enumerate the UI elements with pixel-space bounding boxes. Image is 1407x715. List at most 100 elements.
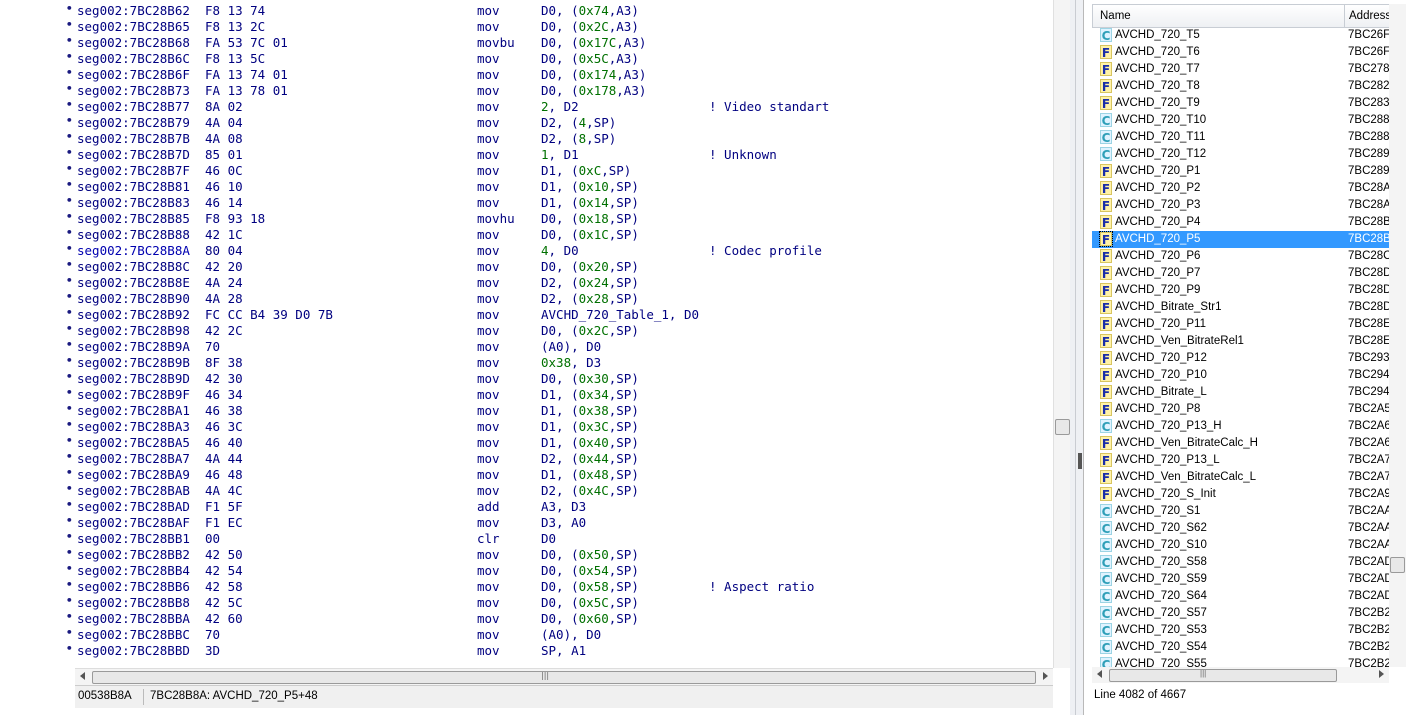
instruction-operands[interactable]: D2, (0x4C,SP) [541, 483, 639, 499]
functions-window[interactable]: Name Address CAVCHD_720_T57BC26F3FAVCHD_… [1083, 0, 1407, 715]
instruction-mnemonic[interactable]: mov [477, 419, 500, 435]
instruction-address[interactable]: seg002:7BC28BB4 [77, 563, 190, 579]
instruction-operands[interactable]: D2, (8,SP) [541, 131, 616, 147]
instruction-mnemonic[interactable]: mov [477, 259, 500, 275]
functions-vertical-scrollbar[interactable] [1389, 4, 1406, 667]
disasm-line[interactable]: • seg002:7BC28B6C F8 13 5C mov D0, (0x5C,A3) [0, 50, 1052, 67]
instruction-mnemonic[interactable]: mov [477, 19, 500, 35]
instruction-address[interactable]: seg002:7BC28BB6 [77, 579, 190, 595]
instruction-operands[interactable]: 1, D1 [541, 147, 579, 163]
disasm-line[interactable]: • seg002:7BC28BA3 46 3C mov D1, (0x3C,SP) [0, 418, 1052, 435]
instruction-mnemonic[interactable]: mov [477, 307, 500, 323]
disassembly-horizontal-scrollbar[interactable]: ||| [75, 668, 1053, 685]
column-divider[interactable] [1344, 5, 1345, 27]
instruction-address[interactable]: seg002:7BC28B9B [77, 355, 190, 371]
instruction-mnemonic[interactable]: mov [477, 355, 500, 371]
instruction-operands[interactable]: D2, (0x44,SP) [541, 451, 639, 467]
instruction-operands[interactable]: A3, D3 [541, 499, 586, 515]
instruction-address[interactable]: seg002:7BC28B90 [77, 291, 190, 307]
instruction-operands[interactable]: D3, A0 [541, 515, 586, 531]
instruction-operands[interactable]: 4, D0 [541, 243, 579, 259]
function-row[interactable]: FAVCHD_720_P6 7BC28C2 [1092, 248, 1389, 265]
instruction-mnemonic[interactable]: mov [477, 51, 500, 67]
instruction-operands[interactable]: D0, (0x17C,A3) [541, 35, 646, 51]
disasm-line[interactable]: • seg002:7BC28B79 4A 04 mov D2, (4,SP) [0, 114, 1052, 131]
instruction-operands[interactable]: D1, (0x3C,SP) [541, 419, 639, 435]
disasm-line[interactable]: • seg002:7BC28BA7 4A 44 mov D2, (0x44,SP) [0, 450, 1052, 467]
instruction-mnemonic[interactable]: movbu [477, 35, 515, 51]
instruction-operands[interactable]: D0, (0x5C,A3) [541, 51, 639, 67]
instruction-operands[interactable]: D0, (0x178,A3) [541, 83, 646, 99]
disasm-line[interactable]: • seg002:7BC28BB2 42 50 mov D0, (0x50,SP) [0, 546, 1052, 563]
function-row[interactable]: C AVCHD_720_S59 7BC2AD [1092, 571, 1389, 588]
disasm-line[interactable]: • seg002:7BC28B92 FC CC B4 39 D0 7B mov AVCH… [0, 306, 1052, 323]
disasm-line[interactable]: • seg002:7BC28B6F FA 13 74 01 mov D0, (0x174… [0, 66, 1052, 83]
instruction-mnemonic[interactable]: clr [477, 531, 500, 547]
function-row[interactable]: FAVCHD_Ven_BitrateRel1 7BC28E9 [1092, 333, 1389, 350]
instruction-operands[interactable]: D1, (0x48,SP) [541, 467, 639, 483]
function-row[interactable]: C AVCHD_720_S64 7BC2AD [1092, 588, 1389, 605]
instruction-address[interactable]: seg002:7BC28B98 [77, 323, 190, 339]
functions-vscroll-thumb[interactable] [1390, 557, 1405, 573]
instruction-address[interactable]: seg002:7BC28BAB [77, 483, 190, 499]
disasm-line[interactable]: • seg002:7BC28B7D 85 01 mov 1, D1 ! Unknown [0, 146, 1052, 163]
disassembly-hscroll-thumb[interactable] [92, 671, 1036, 684]
instruction-address[interactable]: seg002:7BC28B73 [77, 83, 190, 99]
instruction-operands[interactable]: SP, A1 [541, 643, 586, 659]
function-row[interactable]: C AVCHD_720_S58 7BC2AD [1092, 554, 1389, 571]
disasm-line[interactable]: • seg002:7BC28BBD 3D mov SP, A1 [0, 642, 1052, 659]
instruction-operands[interactable]: D2, (0x28,SP) [541, 291, 639, 307]
instruction-mnemonic[interactable]: mov [477, 131, 500, 147]
instruction-address[interactable]: seg002:7BC28B85 [77, 211, 190, 227]
instruction-address[interactable]: seg002:7BC28B83 [77, 195, 190, 211]
instruction-address[interactable]: seg002:7BC28B81 [77, 179, 190, 195]
instruction-address[interactable]: seg002:7BC28B77 [77, 99, 190, 115]
instruction-address[interactable]: seg002:7BC28BA9 [77, 467, 190, 483]
instruction-mnemonic[interactable]: mov [477, 339, 500, 355]
function-row[interactable]: FAVCHD_Bitrate_Str1 7BC28DE [1092, 299, 1389, 316]
instruction-address[interactable]: seg002:7BC28B8A [77, 243, 190, 259]
scroll-right-arrow-icon[interactable] [1379, 670, 1384, 678]
disasm-line[interactable]: • seg002:7BC28BB8 42 5C mov D0, (0x5C,SP) [0, 594, 1052, 611]
function-row[interactable]: CAVCHD_720_S54 7BC2B2F [1092, 639, 1389, 656]
disasm-line[interactable]: • seg002:7BC28BA5 46 40 mov D1, (0x40,SP) [0, 434, 1052, 451]
function-row[interactable]: FAVCHD_720_P1 7BC289D [1092, 163, 1389, 180]
function-row[interactable]: FAVCHD_720_P11 7BC28E8 [1092, 316, 1389, 333]
instruction-address[interactable]: seg002:7BC28B8C [77, 259, 190, 275]
instruction-address[interactable]: seg002:7BC28B62 [77, 3, 190, 19]
instruction-address[interactable]: seg002:7BC28BA3 [77, 419, 190, 435]
instruction-address[interactable]: seg002:7BC28B9F [77, 387, 190, 403]
disasm-line[interactable]: • seg002:7BC28BA1 46 38 mov D1, (0x38,SP) [0, 402, 1052, 419]
function-row[interactable]: CAVCHD_720_S62 7BC2AA4 [1092, 520, 1389, 537]
function-row[interactable]: FAVCHD_720_P2 7BC28A1 [1092, 180, 1389, 197]
disassembly-vertical-scrollbar[interactable] [1053, 0, 1071, 668]
instruction-operands[interactable]: D1, (0xC,SP) [541, 163, 631, 179]
instruction-address[interactable]: seg002:7BC28BAD [77, 499, 190, 515]
disasm-line[interactable]: • seg002:7BC28BBC 70 mov (A0), D0 [0, 626, 1052, 643]
splitter-handle[interactable] [1078, 453, 1082, 469]
instruction-operands[interactable]: D2, (0x24,SP) [541, 275, 639, 291]
function-row[interactable]: CAVCHD_720_T10 7BC2880 [1092, 112, 1389, 129]
instruction-operands[interactable]: D2, (4,SP) [541, 115, 616, 131]
instruction-operands[interactable]: D0, (0x20,SP) [541, 259, 639, 275]
instruction-operands[interactable]: D0, (0x1C,SP) [541, 227, 639, 243]
instruction-address[interactable]: seg002:7BC28B6C [77, 51, 190, 67]
instruction-address[interactable]: seg002:7BC28BB1 [77, 531, 190, 547]
function-row[interactable]: CAVCHD_720_T5 7BC26F3 [1092, 27, 1389, 44]
disasm-line[interactable]: • seg002:7BC28BB6 42 58 mov D0, (0x58,SP) ! A… [0, 578, 1052, 595]
instruction-operands[interactable]: D1, (0x38,SP) [541, 403, 639, 419]
instruction-mnemonic[interactable]: mov [477, 83, 500, 99]
function-row[interactable]: CAVCHD_720_S10 7BC2AA4 [1092, 537, 1389, 554]
disasm-line[interactable]: • seg002:7BC28B9D 42 30 mov D0, (0x30,SP) [0, 370, 1052, 387]
instruction-mnemonic[interactable]: mov [477, 595, 500, 611]
instruction-address[interactable]: seg002:7BC28B7B [77, 131, 190, 147]
disasm-line[interactable]: • seg002:7BC28B9B 8F 38 mov 0x38, D3 [0, 354, 1052, 371]
instruction-mnemonic[interactable]: mov [477, 67, 500, 83]
disasm-line[interactable]: • seg002:7BC28BB1 00 clr D0 [0, 530, 1052, 547]
instruction-address[interactable]: seg002:7BC28B88 [77, 227, 190, 243]
disasm-line[interactable]: • seg002:7BC28B9F 46 34 mov D1, (0x34,SP) [0, 386, 1052, 403]
function-row[interactable]: FAVCHD_720_P9 7BC28DE [1092, 282, 1389, 299]
disasm-line[interactable]: • seg002:7BC28B8E 4A 24 mov D2, (0x24,SP) [0, 274, 1052, 291]
disasm-line[interactable]: • seg002:7BC28B7B 4A 08 mov D2, (8,SP) [0, 130, 1052, 147]
instruction-operands[interactable]: D0, (0x2C,A3) [541, 19, 639, 35]
